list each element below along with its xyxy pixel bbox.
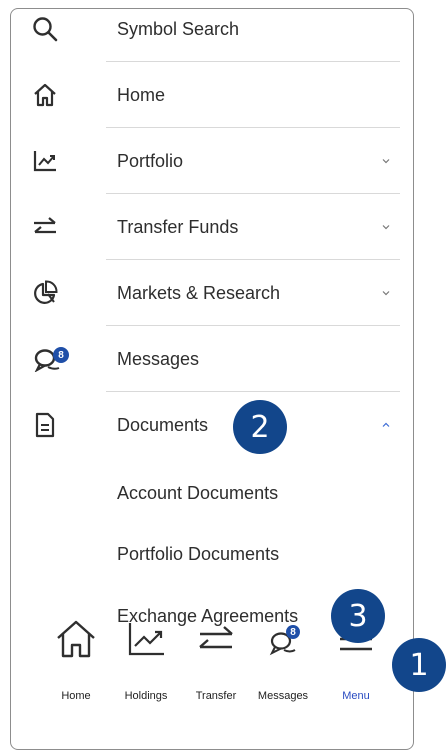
menu-item-label: Markets & Research bbox=[117, 282, 281, 303]
tab-label: Transfer bbox=[195, 690, 237, 702]
chevron-down-icon[interactable] bbox=[381, 156, 391, 166]
menu-item-markets-research[interactable]: Markets & Research bbox=[11, 260, 413, 326]
menu-item-label: Documents bbox=[117, 414, 209, 435]
callout-3: 3 bbox=[331, 589, 385, 643]
menu-item-transfer-funds[interactable]: Transfer Funds bbox=[11, 194, 413, 260]
tab-label: Messages bbox=[257, 690, 309, 702]
home-icon bbox=[31, 81, 59, 109]
callout-2: 2 bbox=[233, 400, 287, 454]
menu-item-label: Messages bbox=[117, 348, 200, 369]
document-icon bbox=[31, 411, 59, 439]
message-count-badge: 8 bbox=[53, 347, 69, 363]
message-count-badge: 8 bbox=[286, 625, 300, 639]
tab-home[interactable]: Home bbox=[41, 611, 111, 741]
tab-label: Home bbox=[61, 690, 91, 702]
menu-item-messages[interactable]: 8 Messages bbox=[11, 326, 413, 392]
menu-item-documents[interactable]: Documents bbox=[11, 392, 413, 458]
menu-item-label: Symbol Search bbox=[117, 18, 240, 39]
tab-messages[interactable]: 8 Messages bbox=[248, 611, 318, 741]
tab-label: Menu bbox=[342, 690, 370, 702]
submenu-item-account-documents[interactable]: Account Documents bbox=[117, 483, 278, 504]
pie-chart-icon bbox=[31, 279, 59, 307]
menu-item-symbol-search[interactable]: Symbol Search bbox=[11, 0, 413, 62]
transfer-arrows-icon bbox=[194, 617, 238, 661]
chart-line-icon bbox=[124, 617, 168, 661]
chevron-down-icon[interactable] bbox=[381, 222, 391, 232]
search-icon bbox=[31, 15, 59, 43]
messages-icon: 8 bbox=[29, 345, 69, 373]
tab-transfer[interactable]: Transfer bbox=[181, 611, 251, 741]
home-icon bbox=[54, 617, 98, 661]
chevron-up-icon[interactable] bbox=[381, 420, 391, 430]
menu-item-home[interactable]: Home bbox=[11, 62, 413, 128]
menu-item-label: Portfolio bbox=[117, 150, 184, 171]
menu-item-label: Transfer Funds bbox=[117, 216, 239, 237]
chart-line-icon bbox=[31, 147, 59, 175]
tab-holdings[interactable]: Holdings bbox=[111, 611, 181, 741]
menu-item-label: Home bbox=[117, 84, 166, 105]
tab-label: Holdings bbox=[124, 690, 168, 702]
messages-icon: 8 bbox=[261, 617, 305, 661]
callout-1: 1 bbox=[392, 638, 446, 692]
chevron-down-icon[interactable] bbox=[381, 288, 391, 298]
transfer-arrows-icon bbox=[31, 213, 59, 241]
submenu-item-portfolio-documents[interactable]: Portfolio Documents bbox=[117, 544, 279, 565]
menu-item-portfolio[interactable]: Portfolio bbox=[11, 128, 413, 194]
